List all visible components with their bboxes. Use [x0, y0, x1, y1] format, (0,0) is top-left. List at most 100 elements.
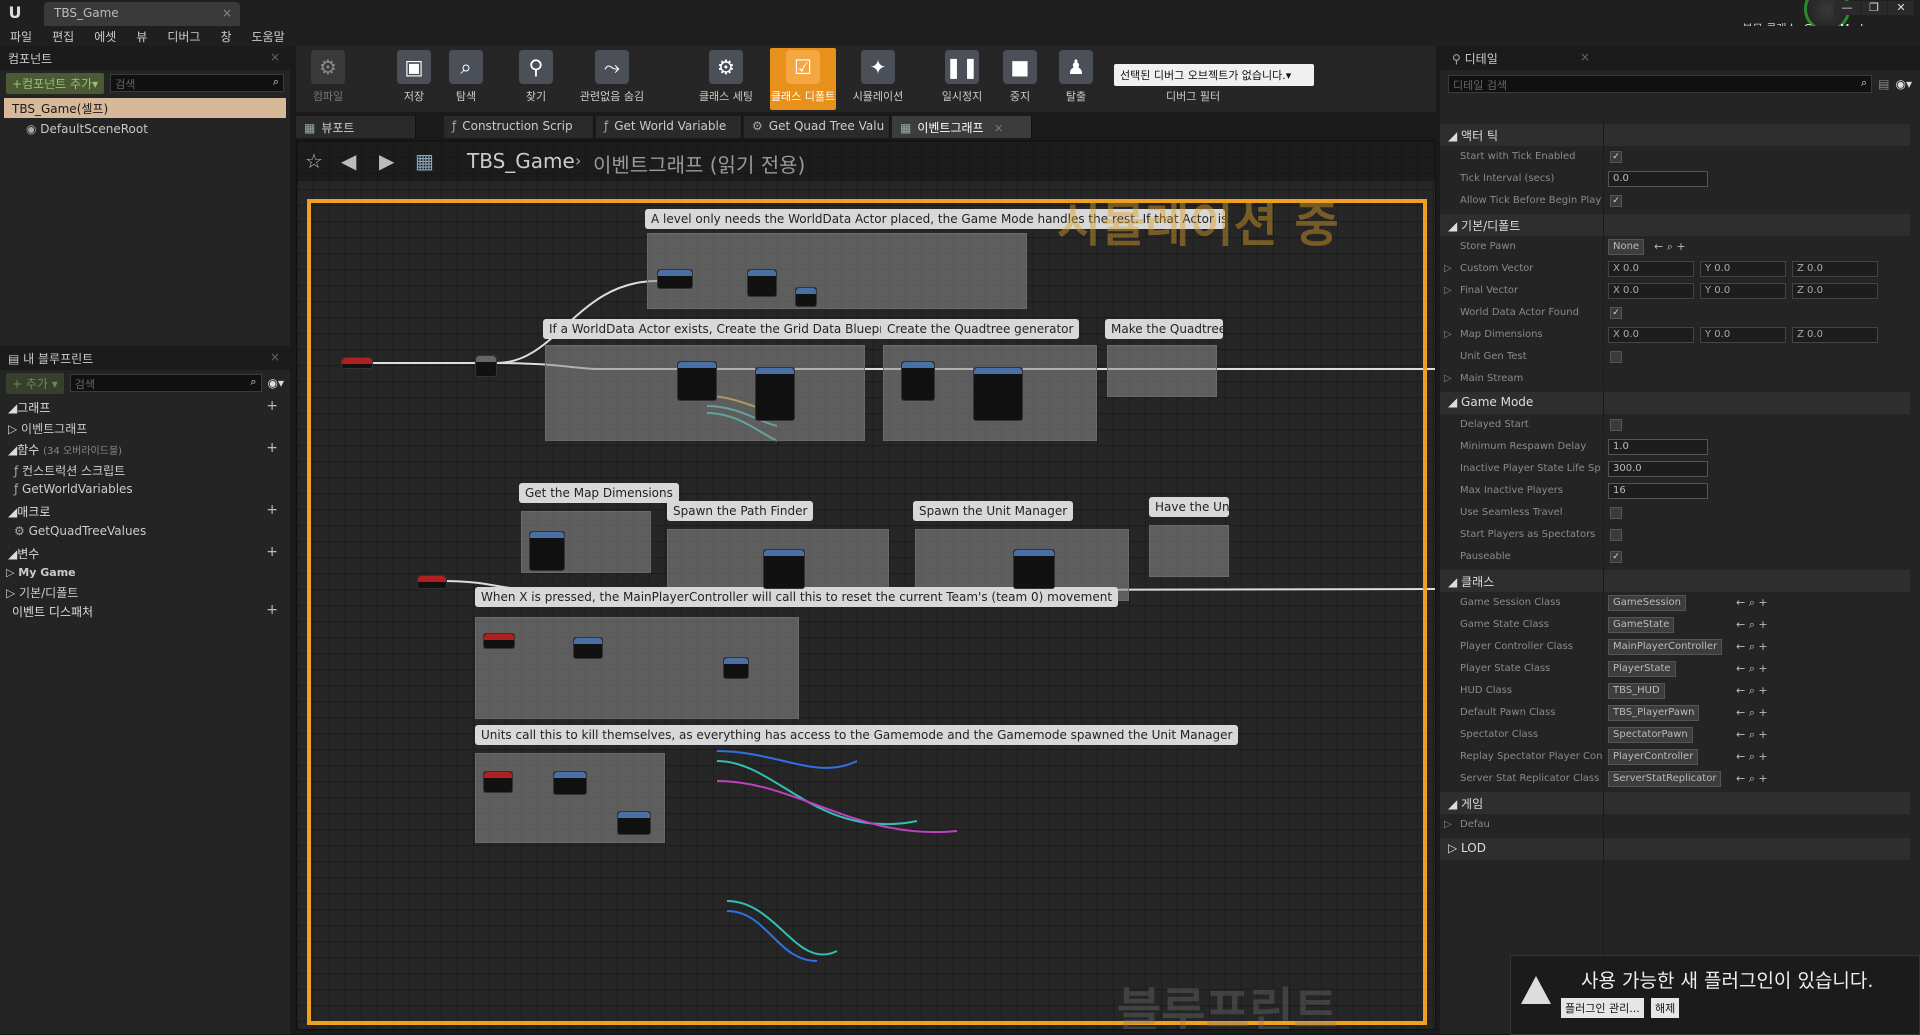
- details-tab[interactable]: ⚲ 디테일 ×: [1440, 46, 1920, 70]
- eject-button[interactable]: ♟ 탈출: [1048, 48, 1104, 110]
- property-checkbox[interactable]: [1610, 529, 1622, 541]
- property-class-select[interactable]: MainPlayerController: [1608, 639, 1723, 655]
- search-icon[interactable]: ⌕: [250, 375, 256, 389]
- menu-view[interactable]: 뷰: [126, 26, 157, 47]
- category-header[interactable]: ◢ 클래스: [1440, 570, 1910, 592]
- my-blueprint-search-input[interactable]: 검색 ⌕: [69, 374, 262, 392]
- add-dispatcher-icon[interactable]: +: [266, 602, 278, 618]
- close-details-tab-icon[interactable]: ×: [1580, 50, 1590, 64]
- section-graphs[interactable]: ◢그래프 +: [0, 396, 290, 418]
- my-blueprint-tab[interactable]: ▤ 내 블루프린트 ×: [0, 346, 290, 370]
- search-icon[interactable]: ⌕: [273, 75, 279, 89]
- expand-arrow-icon[interactable]: ◢: [1448, 129, 1461, 143]
- property-class-select[interactable]: None: [1608, 239, 1645, 255]
- vector-x-input[interactable]: X 0.0: [1608, 283, 1694, 299]
- expand-arrow-icon[interactable]: ▷: [1444, 329, 1452, 340]
- graph-item-eventgraph[interactable]: ▷ 이벤트그래프: [0, 418, 290, 438]
- menu-window[interactable]: 창: [210, 26, 241, 47]
- add-new-button[interactable]: + 추가 ▾: [6, 372, 64, 394]
- stop-button[interactable]: ■ 중지: [992, 48, 1048, 110]
- expand-arrow-icon[interactable]: ◢: [1448, 219, 1461, 233]
- property-checkbox[interactable]: [1610, 419, 1622, 431]
- tab-get-world-variable[interactable]: ƒ Get World Variable: [596, 116, 742, 138]
- favorite-star-icon[interactable]: ☆: [305, 149, 323, 173]
- components-tab[interactable]: 컴포넌트 ×: [0, 46, 290, 70]
- vector-z-input[interactable]: Z 0.0: [1792, 283, 1878, 299]
- category-header[interactable]: ◢ Game Mode: [1440, 392, 1910, 414]
- category-header[interactable]: ◢ 게임: [1440, 792, 1910, 814]
- expand-arrow-icon[interactable]: ◢: [1448, 797, 1461, 811]
- tab-get-quad-tree-values[interactable]: ⚙ Get Quad Tree Valu: [744, 116, 890, 138]
- property-class-select[interactable]: PlayerState: [1608, 661, 1676, 677]
- menu-edit[interactable]: 편집: [42, 26, 84, 47]
- dismiss-button[interactable]: 해제: [1651, 998, 1680, 1018]
- document-tab[interactable]: TBS_Game ×: [44, 2, 240, 26]
- close-tab-icon[interactable]: ×: [994, 121, 1004, 135]
- vector-y-input[interactable]: Y 0.0: [1700, 327, 1786, 343]
- section-functions[interactable]: ◢함수 (34 오버라이드블) +: [0, 438, 290, 460]
- close-my-blueprint-tab-icon[interactable]: ×: [270, 350, 280, 364]
- menu-help[interactable]: 도움말: [242, 26, 295, 47]
- property-class-select[interactable]: SpectatorPawn: [1608, 727, 1693, 743]
- section-variables[interactable]: ◢변수 +: [0, 542, 290, 564]
- property-action-icons[interactable]: ← ⌕ +: [1736, 706, 1768, 720]
- property-action-icons[interactable]: ← ⌕ +: [1736, 772, 1768, 786]
- vector-y-input[interactable]: Y 0.0: [1700, 283, 1786, 299]
- category-header[interactable]: ◢ 액터 틱: [1440, 124, 1910, 146]
- expand-arrow-icon[interactable]: ▷: [1444, 263, 1452, 274]
- vector-z-input[interactable]: Z 0.0: [1792, 261, 1878, 277]
- add-graph-icon[interactable]: +: [266, 398, 278, 414]
- function-item-getworldvariables[interactable]: ƒ GetWorldVariables: [0, 480, 290, 500]
- tab-viewport[interactable]: ▦ 뷰포트: [296, 116, 416, 138]
- back-arrow-icon[interactable]: ◀: [341, 149, 356, 173]
- property-checkbox[interactable]: [1610, 351, 1622, 363]
- vector-x-input[interactable]: X 0.0: [1608, 261, 1694, 277]
- hide-unrelated-button[interactable]: ⤳ 관련없음 숨김: [572, 48, 652, 110]
- expand-arrow-icon[interactable]: ▷: [1444, 373, 1452, 384]
- class-defaults-button[interactable]: ☑ 클래스 디폴트: [770, 48, 836, 110]
- function-item-construction-script[interactable]: ƒ 컨스트럭션 스크립트: [0, 460, 290, 480]
- property-class-select[interactable]: ServerStatReplicator: [1608, 771, 1722, 787]
- add-macro-icon[interactable]: +: [266, 502, 278, 518]
- add-function-icon[interactable]: +: [266, 440, 278, 456]
- close-tab-icon[interactable]: ×: [222, 6, 232, 20]
- add-component-button[interactable]: +컴포넌트 추가▾: [6, 72, 105, 94]
- tab-event-graph[interactable]: ▦ 이벤트그래프 ×: [892, 116, 1032, 138]
- components-search-input[interactable]: 검색 ⌕: [110, 74, 284, 92]
- vector-z-input[interactable]: Z 0.0: [1792, 327, 1878, 343]
- section-event-dispatchers[interactable]: 이벤트 디스패처 +: [0, 600, 290, 622]
- property-action-icons[interactable]: ← ⌕ +: [1736, 728, 1768, 742]
- menu-debug[interactable]: 디버그: [157, 26, 210, 47]
- variable-group-my-game[interactable]: ▷ My Game: [0, 564, 290, 582]
- find-button[interactable]: ⚲ 찾기: [508, 48, 564, 110]
- tab-construction-script[interactable]: ƒ Construction Scrip: [444, 116, 594, 138]
- property-checkbox[interactable]: ✓: [1610, 151, 1622, 163]
- forward-arrow-icon[interactable]: ▶: [379, 149, 394, 173]
- expand-arrow-icon[interactable]: ▷: [1444, 285, 1452, 296]
- expand-arrow-icon[interactable]: ▷: [1444, 819, 1452, 830]
- property-number-input[interactable]: 0.0: [1608, 171, 1708, 187]
- add-variable-icon[interactable]: +: [266, 544, 278, 560]
- simulation-button[interactable]: ✦ 시뮬레이션: [848, 48, 908, 110]
- maximize-icon[interactable]: ❐: [1861, 1, 1887, 15]
- property-class-select[interactable]: GameSession: [1608, 595, 1686, 611]
- visibility-eye-icon[interactable]: ◉▾: [1896, 77, 1913, 91]
- details-search-input[interactable]: 디테일 검색 ⌕: [1448, 75, 1873, 93]
- expand-arrow-icon[interactable]: ◢: [1448, 395, 1461, 409]
- save-button[interactable]: ▣ 저장: [386, 48, 442, 110]
- property-checkbox[interactable]: ✓: [1610, 551, 1622, 563]
- expand-arrow-icon[interactable]: ▷: [1448, 841, 1461, 855]
- property-action-icons[interactable]: ← ⌕ +: [1736, 618, 1768, 632]
- close-components-tab-icon[interactable]: ×: [270, 50, 280, 64]
- property-number-input[interactable]: 16: [1608, 483, 1708, 499]
- manage-plugins-button[interactable]: 플러그인 관리...: [1561, 998, 1644, 1018]
- property-checkbox[interactable]: ✓: [1610, 195, 1622, 207]
- property-action-icons[interactable]: ← ⌕ +: [1736, 640, 1768, 654]
- grid-view-icon[interactable]: ▤: [1878, 77, 1889, 91]
- property-action-icons[interactable]: ← ⌕ +: [1654, 240, 1686, 254]
- vector-x-input[interactable]: X 0.0: [1608, 327, 1694, 343]
- vector-y-input[interactable]: Y 0.0: [1700, 261, 1786, 277]
- property-class-select[interactable]: TBS_PlayerPawn: [1608, 705, 1700, 721]
- class-settings-button[interactable]: ⚙ 클래스 세팅: [694, 48, 758, 110]
- expand-arrow-icon[interactable]: ◢: [1448, 575, 1461, 589]
